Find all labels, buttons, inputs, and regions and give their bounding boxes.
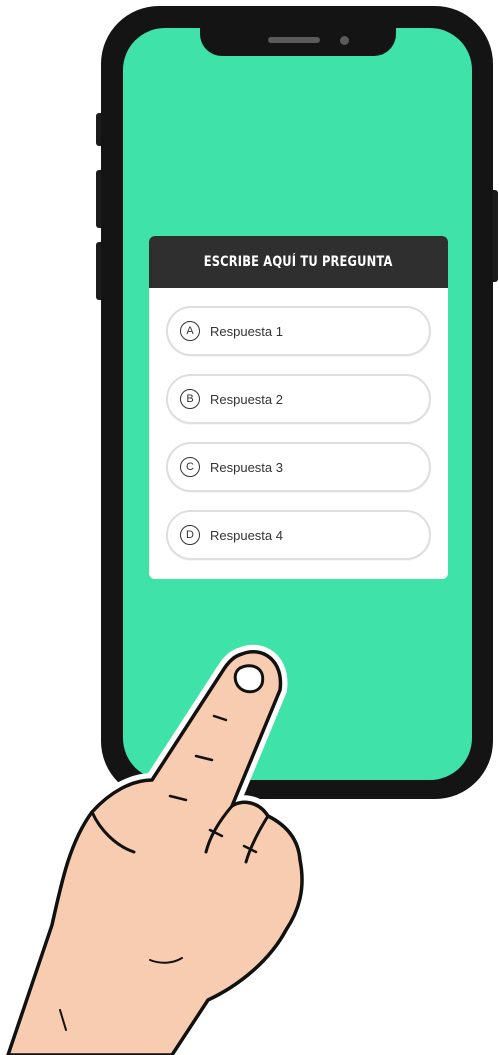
option-letter-badge: A (180, 321, 200, 341)
quiz-card: ESCRIBE AQUÍ TU PREGUNTA A Respuesta 1 B… (149, 236, 448, 579)
front-camera (340, 36, 349, 45)
option-label: Respuesta 2 (210, 391, 283, 407)
question-title: ESCRIBE AQUÍ TU PREGUNTA (204, 254, 393, 270)
option-label: Respuesta 1 (210, 323, 283, 339)
answer-option-b[interactable]: B Respuesta 2 (166, 374, 431, 424)
illustration-stage: ESCRIBE AQUÍ TU PREGUNTA A Respuesta 1 B… (0, 0, 499, 1055)
option-letter-badge: D (180, 525, 200, 545)
option-label: Respuesta 3 (210, 459, 283, 475)
option-label: Respuesta 4 (210, 527, 283, 543)
option-letter-badge: B (180, 389, 200, 409)
answer-option-a[interactable]: A Respuesta 1 (166, 306, 431, 356)
option-letter-badge: C (180, 457, 200, 477)
speaker-grille (268, 37, 320, 43)
answer-option-c[interactable]: C Respuesta 3 (166, 442, 431, 492)
quiz-header: ESCRIBE AQUÍ TU PREGUNTA (149, 236, 448, 288)
answer-option-d[interactable]: D Respuesta 4 (166, 510, 431, 560)
